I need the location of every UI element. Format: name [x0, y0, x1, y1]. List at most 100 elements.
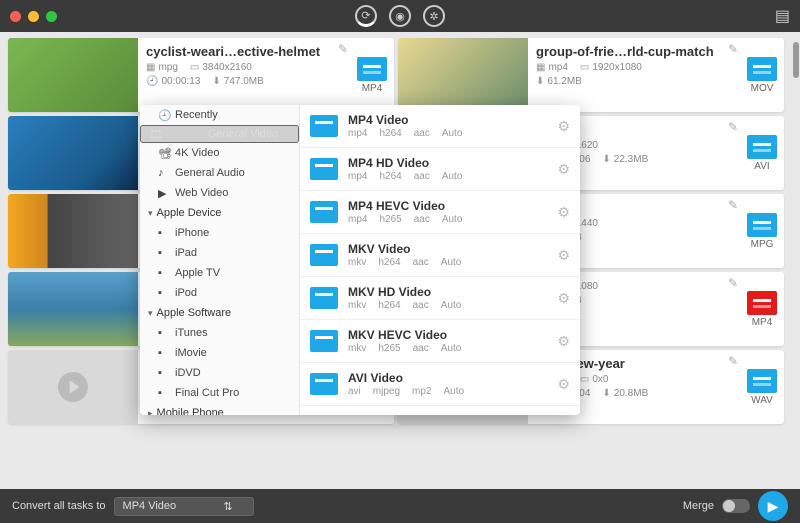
format-icon	[747, 213, 777, 237]
category-item[interactable]: 🎞General Video	[140, 125, 299, 143]
format-label: MOV	[751, 83, 774, 94]
thumbnail	[398, 38, 528, 112]
scrollbar[interactable]	[793, 40, 799, 480]
format-text: MKV Videomkvh264aacAuto	[348, 242, 547, 268]
gear-icon[interactable]: ⚙	[557, 376, 570, 393]
category-list[interactable]: 🕘Recently🎞General Video 📽 4K Video ♪General…	[140, 105, 300, 415]
convert-tab-icon[interactable]: ⟳	[355, 5, 377, 27]
category-label: Apple TV	[175, 267, 220, 279]
format-panel: 🕘Recently🎞General Video 📽 4K Video ♪General…	[140, 105, 580, 415]
format-option[interactable]: MKV HEVC Videomkvh265aacAuto⚙	[300, 320, 580, 363]
category-item[interactable]: ▶Web Video	[140, 183, 299, 203]
gear-icon[interactable]: ⚙	[557, 333, 570, 350]
output-format-badge[interactable]: WAV	[740, 350, 784, 424]
format-name: MP4 HEVC Video	[348, 199, 547, 213]
file-size: ⬇ 20.8MB	[602, 388, 648, 399]
category-item[interactable]: ▪iDVD	[140, 363, 299, 383]
category-icon: ▪	[158, 367, 170, 379]
category-item[interactable]: 📽 4K Video	[140, 143, 299, 163]
category-group[interactable]: Mobile Phone	[140, 403, 299, 415]
file-card[interactable]: group-of-frie…rld-cup-match▦ mp4▭ 1920x1…	[398, 38, 784, 112]
merge-label: Merge	[683, 500, 714, 512]
edit-icon[interactable]: ✎	[728, 354, 738, 368]
edit-icon[interactable]: ✎	[728, 198, 738, 212]
category-item[interactable]: ▪iTunes	[140, 323, 299, 343]
file-size: ⬇ 61.2MB	[536, 76, 582, 87]
category-icon: ▪	[158, 247, 170, 259]
category-item[interactable]: ▪iMovie	[140, 343, 299, 363]
merge-toggle[interactable]	[722, 499, 750, 513]
output-format-badge[interactable]: MP4	[740, 272, 784, 346]
disc-tab-icon[interactable]: ◉	[389, 5, 411, 27]
format-name: MKV HD Video	[348, 285, 547, 299]
format-spec: mkvh264aacAuto	[348, 257, 547, 268]
format-option[interactable]: AVI Videoavimjpegmp2Auto ⚙	[300, 363, 580, 406]
category-group[interactable]: Apple Device	[140, 203, 299, 223]
edit-icon[interactable]: ✎	[728, 42, 738, 56]
category-item[interactable]: 🕘Recently	[140, 105, 299, 125]
category-icon: 🎞	[149, 128, 161, 140]
format-option[interactable]: MP4 HD Videomp4h264aacAuto⚙	[300, 148, 580, 191]
start-button[interactable]: ▶	[758, 491, 788, 521]
output-format-badge[interactable]: MP4	[350, 38, 394, 112]
close-icon[interactable]	[10, 11, 21, 22]
category-label: iTunes	[175, 327, 208, 339]
category-icon: 📽	[158, 147, 170, 159]
file-size: ⬇ 747.0MB	[212, 76, 263, 87]
file-card[interactable]: cyclist-weari…ective-helmet▦ mpg▭ 3840x2…	[8, 38, 394, 112]
mode-tabs: ⟳ ◉ ✲	[355, 5, 445, 27]
format-label: MPG	[751, 239, 774, 250]
category-label: General Audio	[175, 167, 245, 179]
gear-icon[interactable]: ⚙	[557, 118, 570, 135]
output-format-badge[interactable]: MPG	[740, 194, 784, 268]
format-label: WAV	[751, 395, 773, 406]
chevron-updown-icon: ⇅	[223, 500, 232, 513]
category-group-label: Apple Software	[157, 307, 232, 319]
edit-icon[interactable]: ✎	[728, 276, 738, 290]
format-option[interactable]: MP4 HEVC Videomp4h265aacAuto⚙	[300, 191, 580, 234]
format-name: MKV HEVC Video	[348, 328, 547, 342]
category-label: Web Video	[175, 187, 228, 199]
format-option[interactable]: MKV HD Videomkvh264aacAuto⚙	[300, 277, 580, 320]
file-title: group-of-frie…rld-cup-match	[536, 44, 732, 59]
category-item[interactable]: ▪iPhone	[140, 223, 299, 243]
gear-icon[interactable]: ⚙	[557, 247, 570, 264]
file-duration: 🕘 00:00:13	[146, 76, 200, 87]
maximize-icon[interactable]	[46, 11, 57, 22]
format-spec: mp4h264aacAuto	[348, 128, 547, 139]
category-item[interactable]: ▪Final Cut Pro	[140, 383, 299, 403]
video-tab-icon[interactable]: ✲	[423, 5, 445, 27]
format-spec: avimjpegmp2Auto	[348, 386, 547, 397]
edit-icon[interactable]: ✎	[338, 42, 348, 56]
output-format-select[interactable]: MP4 Video ⇅	[114, 497, 254, 516]
category-icon: ▪	[158, 287, 170, 299]
file-ext: ▦ mp4	[536, 62, 568, 73]
output-format-badge[interactable]: MOV	[740, 38, 784, 112]
edit-icon[interactable]: ✎	[728, 120, 738, 134]
format-icon	[747, 135, 777, 159]
format-icon	[747, 291, 777, 315]
format-option[interactable]: MKV Videomkvh264aacAuto ⚙	[300, 234, 580, 277]
category-item[interactable]: ▪Apple TV	[140, 263, 299, 283]
gear-icon[interactable]: ⚙	[557, 161, 570, 178]
category-group[interactable]: Apple Software	[140, 303, 299, 323]
scrollbar-thumb[interactable]	[793, 42, 799, 78]
format-text: MP4 Videomp4h264aacAuto	[348, 113, 547, 139]
format-icon	[310, 373, 338, 395]
format-name: AVI Video	[348, 371, 547, 385]
category-item[interactable]: ▪iPod	[140, 283, 299, 303]
format-list[interactable]: MP4 Videomp4h264aacAuto⚙MP4 HD Videomp4h…	[300, 105, 580, 415]
format-label: MP4	[362, 83, 383, 94]
playlist-icon[interactable]: ▤	[775, 6, 790, 26]
gear-icon[interactable]: ⚙	[557, 204, 570, 221]
category-label: 4K Video	[175, 147, 219, 159]
gear-icon[interactable]: ⚙	[557, 290, 570, 307]
output-format-badge[interactable]: AVI	[740, 116, 784, 190]
category-item[interactable]: ♪General Audio	[140, 163, 299, 183]
minimize-icon[interactable]	[28, 11, 39, 22]
titlebar: ⟳ ◉ ✲ ▤	[0, 0, 800, 32]
category-label: Final Cut Pro	[175, 387, 239, 399]
category-item[interactable]: ▪iPad	[140, 243, 299, 263]
format-option[interactable]: MP4 Videomp4h264aacAuto ⚙	[300, 105, 580, 148]
file-info: cyclist-weari…ective-helmet▦ mpg▭ 3840x2…	[138, 38, 350, 112]
